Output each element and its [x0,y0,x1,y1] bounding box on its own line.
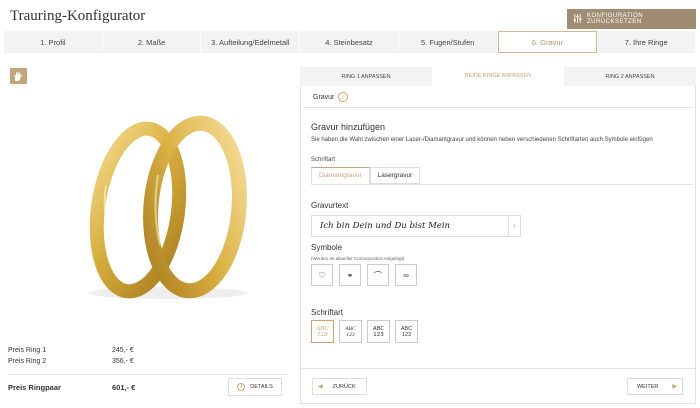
symbols-label: Symbole [311,243,343,252]
tab-ring-2[interactable]: RING 2 ANPASSEN [564,67,696,86]
symbols-note: (Werden an aktueller Cursorposition eing… [311,256,405,261]
heart-symbol-button[interactable]: ♡ [311,264,333,286]
price-ring-2-label: Preis Ring 2 [8,358,47,365]
next-button[interactable]: WEITER ▶ [627,378,683,395]
tab-lasergravur[interactable]: Lasergravur [369,167,421,184]
back-button[interactable]: ◀ ZURÜCK [312,378,367,395]
price-ring-1-label: Preis Ring 1 [8,347,47,354]
price-total-value: 601,- € [112,383,136,392]
price-ring-1-value: 245,- € [112,347,134,354]
tab-ring-1[interactable]: RING 1 ANPASSEN [300,67,432,86]
step-fugen[interactable]: 5. Fugen/Stufen [399,31,498,53]
divider [311,184,693,185]
info-icon: i [237,383,246,391]
step-gravur[interactable]: 6. Gravur [497,31,598,53]
engraving-text-input[interactable]: Ich bin Dein und Du bist Mein [311,215,521,237]
infinity-symbol-button[interactable]: ∞ [395,264,417,286]
divider [8,374,288,375]
engraving-text-label: Gravurtext [311,201,349,210]
step-masse[interactable]: 2. Maße [103,31,202,53]
app-title: Trauring-Konfigurator [10,8,146,24]
step-steinbesatz[interactable]: 4. Steinbesatz [300,31,399,53]
sliders-icon [573,13,582,25]
section-title: Gravur hinzufügen [311,122,386,132]
price-ring-2-value: 356,- € [112,358,134,365]
font-title: Schriftart [311,308,344,317]
next-label: WEITER [636,383,659,390]
rings-preview-image [88,115,248,299]
font-option-2-digits: 123 [346,331,355,338]
price-total-label: Preis Ringpaar [8,383,61,392]
rings-symbol-button[interactable]: ⚭ [339,264,361,286]
tab-diamantgravur[interactable]: Diamantgravur [311,167,370,184]
step-navigation: 1. Profil 2. Maße 3. Aufteilung/Edelmeta… [4,31,697,53]
back-label: ZURÜCK [332,383,356,390]
arc-symbol-button[interactable]: ⌒ [367,264,389,286]
step-ihre-ringe[interactable]: 7. Ihre Ringe [597,31,697,53]
reset-configuration-button[interactable]: KONFIGURATION ZURÜCKSETZEN [567,9,696,29]
font-option-4-digits: 123 [401,331,412,338]
gravur-subheader [303,88,693,108]
font-option-3[interactable]: ABC 123 [367,320,390,343]
info-icon[interactable]: i [338,92,348,102]
ring-tabs: RING 1 ANPASSEN BEIDE RINGE ANPASSEN RIN… [300,67,696,86]
details-button[interactable]: i DETAILS [228,378,282,396]
gravur-label: Gravur [313,94,335,101]
divider [301,368,695,369]
step-aufteilung[interactable]: 3. Aufteilung/Edelmetall [201,31,301,53]
details-label: DETAILS [250,384,273,390]
chevron-left-icon: ◀ [318,384,323,390]
engraving-type-tabs: Diamantgravur Lasergravur [311,167,421,184]
step-profil[interactable]: 1. Profil [4,31,103,53]
font-option-1-digits: 123 [317,331,328,338]
tab-both-rings[interactable]: BEIDE RINGE ANPASSEN [432,67,564,86]
hand-icon[interactable] [10,68,27,84]
font-option-2[interactable]: ABC 123 [339,320,362,343]
chevron-right-icon: ▶ [672,384,677,390]
chevron-right-icon[interactable]: › [508,216,520,236]
engraving-type-label: Schriftart [311,157,336,163]
reset-label: KONFIGURATION ZURÜCKSETZEN [587,13,644,25]
font-option-3-digits: 123 [373,331,384,338]
font-option-4[interactable]: ABC 123 [395,320,418,343]
section-description: Sie haben die Wahl zwischen einer Laser-… [311,137,653,143]
font-option-1[interactable]: ABC 123 [311,320,334,343]
